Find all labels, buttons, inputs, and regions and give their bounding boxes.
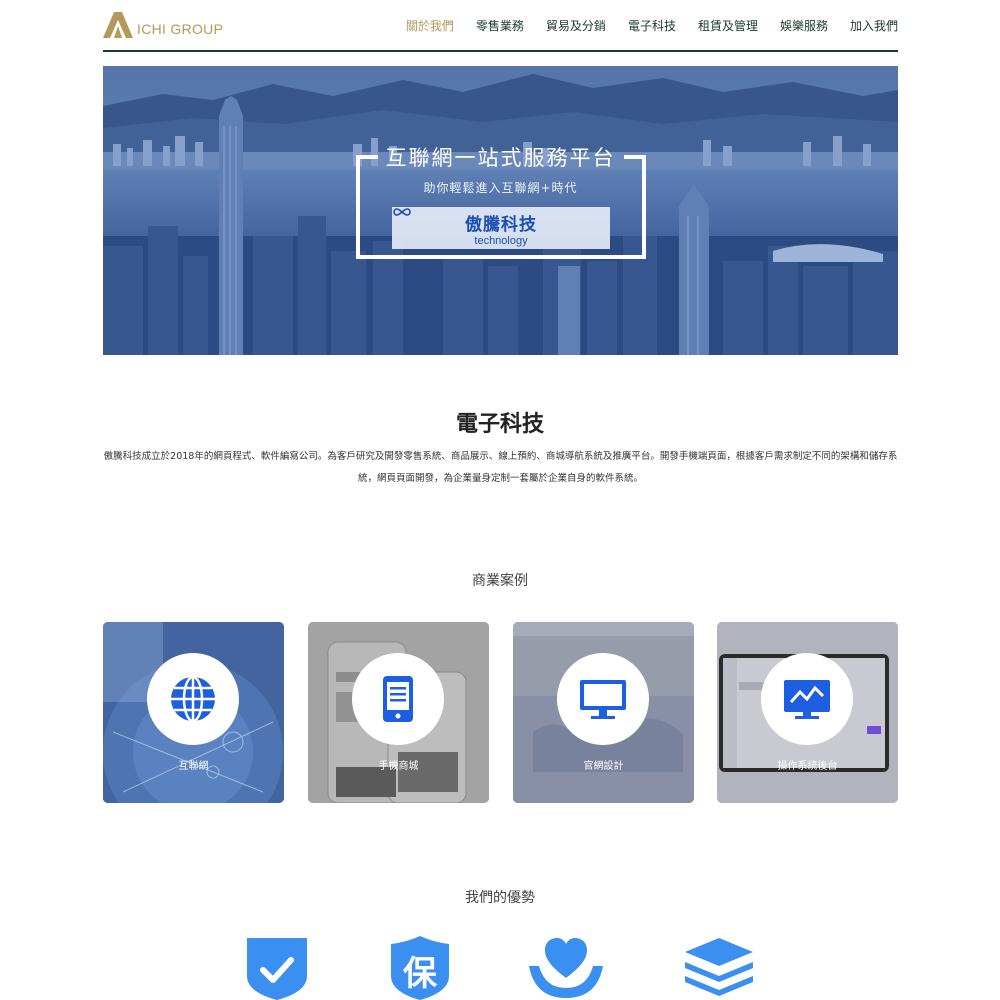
nav-item-retail[interactable]: 零售業務 [476,17,524,34]
main-nav: 關於我們 零售業務 貿易及分銷 電子科技 租賃及管理 娛樂服務 加入我們 [384,17,898,34]
case-label: 官網設計 [583,761,624,772]
technology-badge: 傲騰科技 technology [392,207,610,249]
infinity-icon [393,208,411,216]
case-card-admin-system[interactable]: 操作系統後台 [717,622,898,803]
layers-icon [685,938,753,996]
badge-company-name: 傲騰科技 [465,215,537,235]
hero-banner: 互聯網一站式服務平台 助你輕鬆進入互聯網+時代 傲騰科技 technology [103,66,898,355]
hero-title: 互聯網一站式服務平台 [385,146,616,170]
case-label: 手機商城 [378,761,419,772]
brand-logo[interactable]: ICHI GROUP [103,12,223,38]
globe-icon-circle [147,653,239,745]
case-card-website-design[interactable]: 官網設計 [513,622,694,803]
logo-mark-icon [103,12,133,38]
nav-item-about[interactable]: 關於我們 [406,17,454,34]
monitor-icon [580,680,626,719]
heart-hands-icon [529,938,603,998]
shield-check-icon [247,938,307,1000]
case-label: 互聯網 [178,761,209,772]
section-title-technology: 電子科技 [455,412,544,437]
intro-paragraph: 傲騰科技成立於2018年的網頁程式、軟件編寫公司。為客戶研究及開發零售系統、商品… [103,451,898,484]
section-title-advantages: 我們的優勢 [465,890,535,906]
badge-technology-label: technology [392,208,610,247]
hero-subtitle: 助你輕鬆進入互聯網+時代 [423,181,578,195]
dashboard-icon-circle [761,653,853,745]
brand-name: ICHI GROUP [137,21,224,37]
mobile-icon [383,676,413,722]
nav-item-technology[interactable]: 電子科技 [628,17,676,34]
case-card-internet[interactable]: 互聯網 [103,622,284,803]
case-cards: 互聯網 手機商城 官網設計 操作系統後台 [103,622,898,803]
globe-icon [171,675,215,723]
site-header: ICHI GROUP 關於我們 零售業務 貿易及分銷 電子科技 租賃及管理 娛樂… [103,0,898,52]
nav-item-trading[interactable]: 貿易及分銷 [546,17,606,34]
nav-item-entertainment[interactable]: 娛樂服務 [780,17,828,34]
case-label: 操作系統後台 [777,761,838,772]
shield-character: 保 [403,954,437,994]
badge-en-text: technology [474,235,528,247]
nav-item-leasing[interactable]: 租賃及管理 [698,17,758,34]
nav-item-join[interactable]: 加入我們 [850,17,898,34]
section-title-cases: 商業案例 [472,573,528,589]
case-card-mobile-shop[interactable]: 手機商城 [308,622,489,803]
shield-bao-icon: 保 [389,936,451,1000]
dashboard-chart-icon [784,680,830,719]
monitor-icon-circle [557,653,649,745]
mobile-icon-circle [352,653,444,745]
